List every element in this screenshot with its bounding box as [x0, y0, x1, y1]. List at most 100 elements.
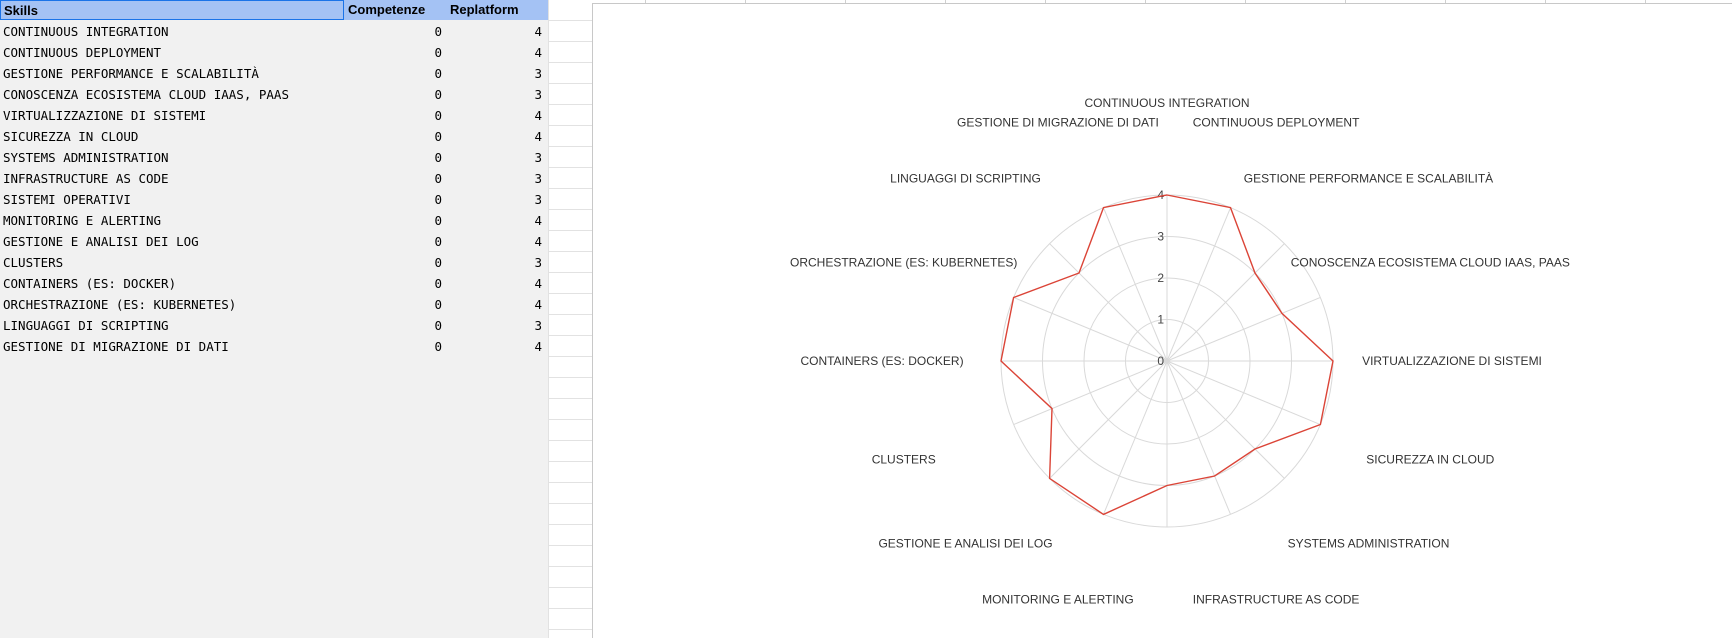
replatform-cell[interactable]: 4: [480, 276, 542, 291]
grid-spoke: [1049, 360, 1168, 479]
radar-chart[interactable]: 0 1 2 3 4 CONTINUOUS INTEGRATION CONTINUOUS DE…: [592, 3, 1732, 638]
header-row: Skills Competenze Replatform: [0, 0, 548, 20]
grid-spoke: [1013, 360, 1168, 425]
replatform-cell[interactable]: 4: [480, 213, 542, 228]
category-label: CONTAINERS (ES: DOCKER): [800, 354, 963, 368]
table-row[interactable]: VIRTUALIZZAZIONE DI SISTEMI 0 4: [0, 105, 548, 126]
skill-cell[interactable]: GESTIONE E ANALISI DEI LOG: [3, 234, 199, 249]
table-row[interactable]: ORCHESTRAZIONE (ES: KUBERNETES) 0 4: [0, 294, 548, 315]
competenze-cell[interactable]: 0: [380, 192, 442, 207]
replatform-cell[interactable]: 3: [480, 171, 542, 186]
category-label: GESTIONE E ANALISI DEI LOG: [878, 536, 1052, 550]
competenze-cell[interactable]: 0: [380, 171, 442, 186]
tick-label: 1: [1157, 313, 1164, 327]
grid-spoke: [1166, 297, 1321, 362]
spreadsheet: Skills Competenze Replatform CONTINUOUS …: [0, 0, 548, 638]
skill-cell[interactable]: VIRTUALIZZAZIONE DI SISTEMI: [3, 108, 206, 123]
skill-cell[interactable]: ORCHESTRAZIONE (ES: KUBERNETES): [3, 297, 236, 312]
header-competenze[interactable]: Competenze: [348, 0, 444, 20]
tick-label: 2: [1157, 271, 1164, 285]
category-label: VIRTUALIZZAZIONE DI SISTEMI: [1362, 354, 1542, 368]
grid-spoke: [1166, 360, 1321, 425]
replatform-cell[interactable]: 4: [480, 24, 542, 39]
header-skills[interactable]: Skills: [0, 0, 344, 20]
empty-column[interactable]: [548, 0, 593, 638]
tick-label: 3: [1157, 230, 1164, 244]
competenze-cell[interactable]: 0: [380, 87, 442, 102]
competenze-cell[interactable]: 0: [380, 276, 442, 291]
competenze-cell[interactable]: 0: [380, 129, 442, 144]
table-row[interactable]: CLUSTERS 0 3: [0, 252, 548, 273]
competenze-cell[interactable]: 0: [380, 66, 442, 81]
grid-spoke: [1166, 207, 1231, 362]
skill-cell[interactable]: CONTAINERS (ES: DOCKER): [3, 276, 176, 291]
category-label: SYSTEMS ADMINISTRATION: [1288, 536, 1450, 550]
skill-cell[interactable]: GESTIONE DI MIGRAZIONE DI DATI: [3, 339, 229, 354]
replatform-cell[interactable]: 4: [480, 297, 542, 312]
replatform-cell[interactable]: 3: [480, 87, 542, 102]
grid-spoke: [1103, 360, 1168, 515]
skill-cell[interactable]: SYSTEMS ADMINISTRATION: [3, 150, 169, 165]
grid-spoke: [1166, 360, 1231, 515]
skill-cell[interactable]: CLUSTERS: [3, 255, 63, 270]
skill-cell[interactable]: LINGUAGGI DI SCRIPTING: [3, 318, 169, 333]
competenze-cell[interactable]: 0: [380, 24, 442, 39]
category-label: CONTINUOUS DEPLOYMENT: [1193, 116, 1360, 130]
header-replatform[interactable]: Replatform: [450, 0, 546, 20]
table-row[interactable]: INFRASTRUCTURE AS CODE 0 3: [0, 168, 548, 189]
skill-cell[interactable]: CONTINUOUS INTEGRATION: [3, 24, 169, 39]
grid-spoke: [1013, 297, 1168, 362]
skill-cell[interactable]: INFRASTRUCTURE AS CODE: [3, 171, 169, 186]
competenze-cell[interactable]: 0: [380, 108, 442, 123]
skill-cell[interactable]: CONTINUOUS DEPLOYMENT: [3, 45, 161, 60]
category-label: ORCHESTRAZIONE (ES: KUBERNETES): [790, 255, 1017, 269]
competenze-cell[interactable]: 0: [380, 213, 442, 228]
replatform-cell[interactable]: 3: [480, 318, 542, 333]
category-label: CLUSTERS: [872, 453, 936, 467]
grid-spoke: [1166, 243, 1285, 362]
replatform-cell[interactable]: 4: [480, 234, 542, 249]
competenze-cell[interactable]: 0: [380, 318, 442, 333]
competenze-cell[interactable]: 0: [380, 297, 442, 312]
table-row[interactable]: CONTINUOUS DEPLOYMENT 0 4: [0, 42, 548, 63]
skill-cell[interactable]: SICUREZZA IN CLOUD: [3, 129, 138, 144]
competenze-cell[interactable]: 0: [380, 150, 442, 165]
grid-spoke: [1166, 360, 1285, 479]
category-label: GESTIONE PERFORMANCE E SCALABILITÀ: [1244, 171, 1493, 186]
grid-spoke: [1049, 243, 1168, 362]
table-row[interactable]: SYSTEMS ADMINISTRATION 0 3: [0, 147, 548, 168]
table-row[interactable]: MONITORING E ALERTING 0 4: [0, 210, 548, 231]
table-row[interactable]: CONTAINERS (ES: DOCKER) 0 4: [0, 273, 548, 294]
table-row[interactable]: GESTIONE PERFORMANCE E SCALABILITÀ 0 3: [0, 63, 548, 84]
category-label: LINGUAGGI DI SCRIPTING: [890, 172, 1041, 186]
category-label: CONOSCENZA ECOSISTEMA CLOUD IAAS, PAAS: [1291, 255, 1570, 269]
replatform-cell[interactable]: 4: [480, 45, 542, 60]
table-row[interactable]: LINGUAGGI DI SCRIPTING 0 3: [0, 315, 548, 336]
table-row[interactable]: GESTIONE DI MIGRAZIONE DI DATI 0 4: [0, 336, 548, 357]
competenze-cell[interactable]: 0: [380, 234, 442, 249]
replatform-cell[interactable]: 4: [480, 129, 542, 144]
tick-label: 0: [1157, 354, 1164, 368]
replatform-cell[interactable]: 3: [480, 66, 542, 81]
skill-cell[interactable]: SISTEMI OPERATIVI: [3, 192, 131, 207]
replatform-cell[interactable]: 3: [480, 150, 542, 165]
category-label: GESTIONE DI MIGRAZIONE DI DATI: [957, 116, 1159, 130]
table-row[interactable]: SISTEMI OPERATIVI 0 3: [0, 189, 548, 210]
table-row[interactable]: CONOSCENZA ECOSISTEMA CLOUD IAAS, PAAS 0 3: [0, 84, 548, 105]
table-row[interactable]: GESTIONE E ANALISI DEI LOG 0 4: [0, 231, 548, 252]
tick-label: 4: [1157, 188, 1164, 202]
category-label: INFRASTRUCTURE AS CODE: [1193, 592, 1360, 606]
replatform-cell[interactable]: 4: [480, 339, 542, 354]
replatform-cell[interactable]: 3: [480, 192, 542, 207]
competenze-cell[interactable]: 0: [380, 45, 442, 60]
skill-cell[interactable]: GESTIONE PERFORMANCE E SCALABILITÀ: [3, 66, 259, 81]
table-row[interactable]: CONTINUOUS INTEGRATION 0 4: [0, 21, 548, 42]
competenze-cell[interactable]: 0: [380, 339, 442, 354]
replatform-cell[interactable]: 4: [480, 108, 542, 123]
skill-cell[interactable]: CONOSCENZA ECOSISTEMA CLOUD IAAS, PAAS: [3, 87, 289, 102]
competenze-cell[interactable]: 0: [380, 255, 442, 270]
replatform-cell[interactable]: 3: [480, 255, 542, 270]
table-row[interactable]: SICUREZZA IN CLOUD 0 4: [0, 126, 548, 147]
category-label: CONTINUOUS INTEGRATION: [1084, 96, 1249, 110]
skill-cell[interactable]: MONITORING E ALERTING: [3, 213, 161, 228]
